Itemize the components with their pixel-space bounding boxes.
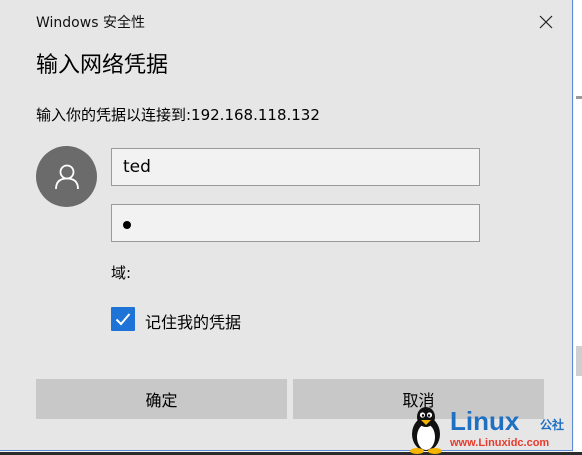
close-icon [539,15,553,29]
background-mark [576,346,582,376]
username-field[interactable]: ted [111,148,480,186]
watermark: Linux 公社 www.Linuxidc.com [404,404,582,454]
username-value: ted [123,157,151,177]
remember-credentials-checkbox[interactable] [111,307,135,331]
close-button[interactable] [528,6,564,38]
checkmark-icon [115,313,131,326]
background-mark [576,96,582,99]
background-window-edge [574,0,582,455]
password-field[interactable] [111,204,480,242]
credential-dialog: Windows 安全性 输入网络凭据 输入你的凭据以连接到:192.168.11… [0,0,573,451]
password-mask-dot [123,221,131,229]
avatar [36,146,97,207]
ok-button[interactable]: 确定 [36,379,287,419]
user-icon [54,164,79,189]
window-title: Windows 安全性 [36,15,145,31]
watermark-suffix: 公社 [540,418,565,432]
remember-credentials-label[interactable]: 记住我的凭据 [145,309,241,333]
watermark-brand: Linux [450,406,520,436]
dialog-heading: 输入网络凭据 [36,53,169,78]
watermark-url: www.Linuxidc.com [450,437,550,449]
domain-label: 域: [111,264,132,282]
connection-description: 输入你的凭据以连接到:192.168.118.132 [36,106,320,124]
tux-penguin-icon [410,407,442,454]
